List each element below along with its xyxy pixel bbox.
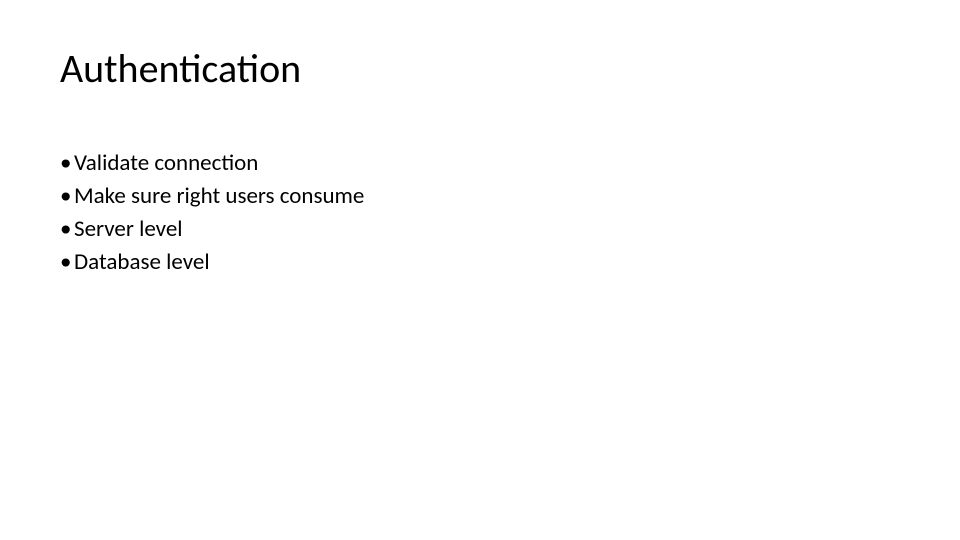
bullet-item: •Database level <box>60 247 364 278</box>
bullet-text: Validate connection <box>74 149 258 177</box>
bullet-item: •Make sure right users consume <box>60 181 364 212</box>
bullet-icon: • <box>60 181 74 212</box>
bullet-icon: • <box>60 148 74 179</box>
bullet-icon: • <box>60 247 74 278</box>
slide-title: Authentication <box>60 44 301 93</box>
bullet-text: Make sure right users consume <box>74 182 364 210</box>
bullet-text: Database level <box>74 248 210 276</box>
bullet-item: •Server level <box>60 214 364 245</box>
bullet-item: •Validate connection <box>60 148 364 179</box>
slide: Authentication •Validate connection •Mak… <box>0 0 960 540</box>
slide-body: •Validate connection •Make sure right us… <box>60 148 364 280</box>
bullet-icon: • <box>60 214 74 245</box>
bullet-text: Server level <box>74 215 183 243</box>
